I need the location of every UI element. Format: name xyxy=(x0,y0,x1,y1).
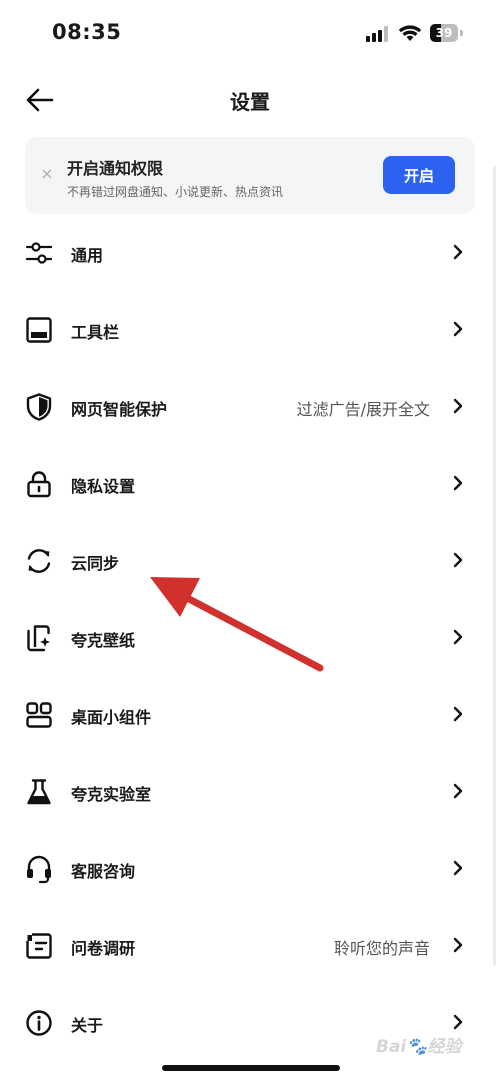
page-title: 设置 xyxy=(230,90,270,114)
sync-icon xyxy=(27,549,51,573)
chevron-right-icon xyxy=(453,937,463,953)
menu-hint: 过滤广告/展开全文 xyxy=(296,400,430,419)
wifi-icon xyxy=(398,25,422,41)
status-bar: 08:35 39 xyxy=(0,0,500,66)
battery-icon: 39 xyxy=(430,24,464,42)
chevron-right-icon xyxy=(453,1014,463,1030)
chevron-right-icon xyxy=(453,706,463,722)
headset-icon xyxy=(27,855,51,884)
menu-label: 桌面小组件 xyxy=(71,708,152,727)
menu-label: 隐私设置 xyxy=(71,477,136,496)
menu-hint: 聆听您的声音 xyxy=(333,939,430,958)
menu-label: 关于 xyxy=(71,1016,104,1035)
notice-subtitle: 不再错过网盘通知、小说更新、热点资讯 xyxy=(67,185,284,199)
menu-item-cloud-sync[interactable]: 云同步 xyxy=(0,522,500,599)
info-icon xyxy=(26,1010,52,1036)
status-time: 08:35 xyxy=(52,20,122,44)
menu-label: 网页智能保护 xyxy=(71,400,168,419)
widgets-icon xyxy=(26,702,52,728)
battery-level: 39 xyxy=(435,26,453,40)
menu-label: 云同步 xyxy=(71,554,120,573)
menu-item-lab[interactable]: 夸克实验室 xyxy=(0,753,500,830)
menu-item-toolbar[interactable]: 工具栏 xyxy=(0,291,500,368)
notification-banner: × 开启通知权限 不再错过网盘通知、小说更新、热点资讯 开启 xyxy=(25,137,475,214)
close-icon[interactable]: × xyxy=(37,164,57,184)
chevron-right-icon xyxy=(453,475,463,491)
menu-label: 通用 xyxy=(71,246,104,265)
shield-icon xyxy=(26,393,52,421)
chevron-right-icon xyxy=(453,552,463,568)
home-indicator[interactable] xyxy=(162,1065,340,1071)
menu-item-privacy[interactable]: 隐私设置 xyxy=(0,445,500,522)
survey-icon xyxy=(26,933,52,959)
menu-label: 夸克实验室 xyxy=(71,785,152,804)
menu-item-customer-service[interactable]: 客服咨询 xyxy=(0,830,500,907)
menu-item-web-protection[interactable]: 网页智能保护 过滤广告/展开全文 xyxy=(0,368,500,445)
lock-icon xyxy=(27,471,51,498)
toolbar-icon xyxy=(26,317,52,343)
chevron-right-icon xyxy=(453,398,463,414)
notice-title: 开启通知权限 xyxy=(67,159,164,178)
menu-item-general[interactable]: 通用 xyxy=(0,214,500,291)
watermark: Bai🐾经验 xyxy=(376,1037,462,1057)
chevron-right-icon xyxy=(453,244,463,260)
menu-item-widgets[interactable]: 桌面小组件 xyxy=(0,676,500,753)
menu-label: 夸克壁纸 xyxy=(71,631,136,650)
flask-icon xyxy=(27,779,51,805)
menu-item-wallpaper[interactable]: 夸克壁纸 xyxy=(0,599,500,676)
enable-notifications-button[interactable]: 开启 xyxy=(383,156,455,194)
scrollbar[interactable] xyxy=(493,166,496,966)
menu-item-survey[interactable]: 问卷调研 聆听您的声音 xyxy=(0,907,500,984)
chevron-right-icon xyxy=(453,629,463,645)
chevron-right-icon xyxy=(453,783,463,799)
menu-label: 客服咨询 xyxy=(71,862,136,881)
menu-label: 工具栏 xyxy=(71,323,120,342)
chevron-right-icon xyxy=(453,860,463,876)
wallpaper-icon xyxy=(27,625,50,652)
cellular-signal-icon xyxy=(366,26,388,42)
menu-label: 问卷调研 xyxy=(71,939,136,958)
chevron-right-icon xyxy=(453,321,463,337)
sliders-icon xyxy=(25,242,53,264)
nav-bar: 设置 xyxy=(0,74,500,126)
